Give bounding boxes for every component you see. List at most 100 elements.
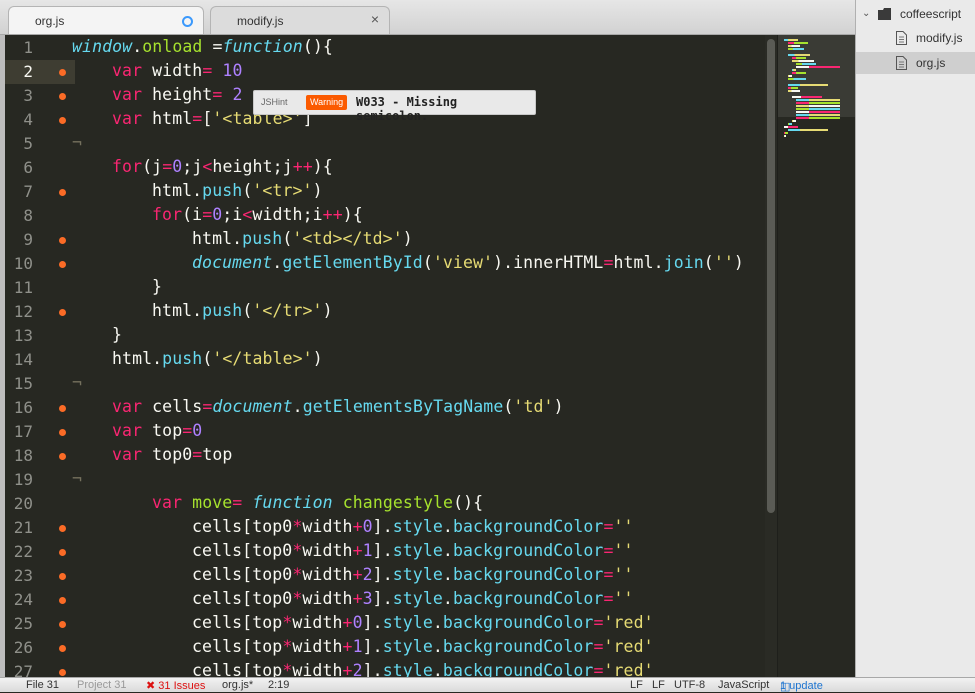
code-token: 'red' [603, 637, 654, 656]
lint-marker-icon[interactable] [59, 669, 66, 676]
code-token: 'td' [513, 397, 554, 416]
code-token: + [342, 637, 353, 656]
code-line[interactable]: 13} [5, 324, 765, 348]
line-number[interactable]: 5 [5, 134, 33, 153]
line-number[interactable]: 10 [5, 254, 33, 273]
code-line[interactable]: 7 html.push('<tr>') [5, 180, 765, 204]
lint-marker-icon[interactable] [59, 93, 66, 100]
line-number[interactable]: 3 [5, 86, 33, 105]
close-icon[interactable]: × [371, 11, 379, 27]
code-line[interactable]: 24 cells[top0*width+3].style.backgroundCo… [5, 588, 765, 612]
line-number[interactable]: 2 [5, 62, 33, 81]
code-token: 1 [352, 637, 363, 656]
line-number[interactable]: 13 [5, 326, 33, 345]
code-line[interactable]: 11} [5, 276, 765, 300]
code-line[interactable]: 27 cells[top*width+2].style.backgroundCol… [5, 660, 765, 677]
status-line-ending[interactable]: LF [630, 679, 643, 691]
lint-marker-icon[interactable] [59, 429, 66, 436]
status-filename[interactable]: org.js* [222, 679, 253, 691]
code-line[interactable]: 25 cells[top*width+0].style.backgroundCol… [5, 612, 765, 636]
line-number[interactable]: 27 [5, 662, 33, 677]
code-line[interactable]: 17 var top=0 [5, 420, 765, 444]
status-issues[interactable]: ✖ 31 Issues [146, 679, 205, 692]
line-number[interactable]: 21 [5, 518, 33, 537]
status-cursor-position[interactable]: 2:19 [268, 679, 289, 691]
code-line[interactable]: 19 ¬ [5, 468, 765, 492]
line-number[interactable]: 12 [5, 302, 33, 321]
line-number[interactable]: 8 [5, 206, 33, 225]
code-line[interactable]: 2 var width= 10 [5, 60, 765, 84]
status-encoding[interactable]: UTF-8 [674, 679, 705, 691]
line-number[interactable]: 17 [5, 422, 33, 441]
code-line[interactable]: 9 html.push('<td></td>') [5, 228, 765, 252]
status-grammar[interactable]: JavaScript [718, 679, 769, 691]
lint-marker-icon[interactable] [59, 549, 66, 556]
minimap[interactable] [777, 35, 856, 677]
code-editor[interactable]: 1 window.onload =function(){2 var width= 1… [5, 35, 765, 677]
file-label: org.js [916, 56, 946, 70]
code-line[interactable]: 14 html.push('</table>') [5, 348, 765, 372]
line-number[interactable]: 24 [5, 590, 33, 609]
line-number[interactable]: 6 [5, 158, 33, 177]
tree-file-modify-js[interactable]: modify.js [856, 27, 975, 49]
lint-marker-icon[interactable] [59, 189, 66, 196]
lint-marker-icon[interactable] [59, 621, 66, 628]
modified-dot-icon[interactable] [182, 16, 193, 27]
chevron-down-icon[interactable]: ⌄ [862, 8, 870, 19]
line-number[interactable]: 1 [5, 38, 33, 57]
lint-marker-icon[interactable] [59, 525, 66, 532]
line-number[interactable]: 26 [5, 638, 33, 657]
line-number[interactable]: 7 [5, 182, 33, 201]
code-line[interactable]: 16 var cells=document.getElementsByTagNam… [5, 396, 765, 420]
line-number[interactable]: 4 [5, 110, 33, 129]
code-line[interactable]: 21 cells[top0*width+0].style.backgroundCo… [5, 516, 765, 540]
line-number[interactable]: 22 [5, 542, 33, 561]
code-token: ) [733, 253, 744, 272]
code-line[interactable]: 8 for(i=0;i<width;i++){ [5, 204, 765, 228]
line-number[interactable]: 16 [5, 398, 33, 417]
code-line[interactable]: 1 window.onload =function(){ [5, 36, 765, 60]
lint-marker-icon[interactable] [59, 573, 66, 580]
lint-marker-icon[interactable] [59, 261, 66, 268]
code-line[interactable]: 15 ¬ [5, 372, 765, 396]
code-token: . [442, 541, 453, 560]
lint-marker-icon[interactable] [59, 645, 66, 652]
code-line[interactable]: 20 var move= function changestyle(){ [5, 492, 765, 516]
lint-marker-icon[interactable] [59, 453, 66, 460]
status-file-count[interactable]: File 31 [26, 679, 59, 691]
lint-marker-icon[interactable] [59, 69, 66, 76]
code-line[interactable]: 18 var top0=top [5, 444, 765, 468]
line-number[interactable]: 15 [5, 374, 33, 393]
tree-folder-coffeescript[interactable]: ⌄ coffeescript [856, 3, 975, 25]
tab-modify-js[interactable]: modify.js × [210, 6, 390, 34]
status-line-ending-2[interactable]: LF [652, 679, 665, 691]
line-number[interactable]: 23 [5, 566, 33, 585]
line-number[interactable]: 14 [5, 350, 33, 369]
lint-marker-icon[interactable] [59, 237, 66, 244]
code-line[interactable]: 22 cells[top0*width+1].style.backgroundCo… [5, 540, 765, 564]
lint-marker-icon[interactable] [59, 117, 66, 124]
code-token: cells[top [192, 637, 283, 656]
vertical-scrollbar[interactable] [765, 35, 777, 677]
scrollbar-thumb[interactable] [767, 39, 775, 513]
lint-marker-icon[interactable] [59, 597, 66, 604]
line-number[interactable]: 25 [5, 614, 33, 633]
line-number[interactable]: 20 [5, 494, 33, 513]
code-line[interactable]: 12 html.push('</tr>') [5, 300, 765, 324]
code-token: = [603, 541, 614, 560]
status-project-count[interactable]: Project 31 [77, 679, 127, 691]
line-number[interactable]: 11 [5, 278, 33, 297]
code-line[interactable]: 6 for(j=0;j<height;j++){ [5, 156, 765, 180]
code-line[interactable]: 5 ¬ [5, 132, 765, 156]
line-number[interactable]: 18 [5, 446, 33, 465]
code-line[interactable]: 23 cells[top0*width+2].style.backgroundCo… [5, 564, 765, 588]
code-line[interactable]: 26 cells[top*width+1].style.backgroundCol… [5, 636, 765, 660]
tree-file-org-js[interactable]: org.js [856, 52, 975, 74]
lint-marker-icon[interactable] [59, 405, 66, 412]
line-number[interactable]: 19 [5, 470, 33, 489]
line-number[interactable]: 9 [5, 230, 33, 249]
tab-org-js[interactable]: org.js [8, 6, 204, 34]
lint-marker-icon[interactable] [59, 309, 66, 316]
code-token: backgroundColor [452, 517, 604, 536]
code-line[interactable]: 10 document.getElementById('view').innerH… [5, 252, 765, 276]
